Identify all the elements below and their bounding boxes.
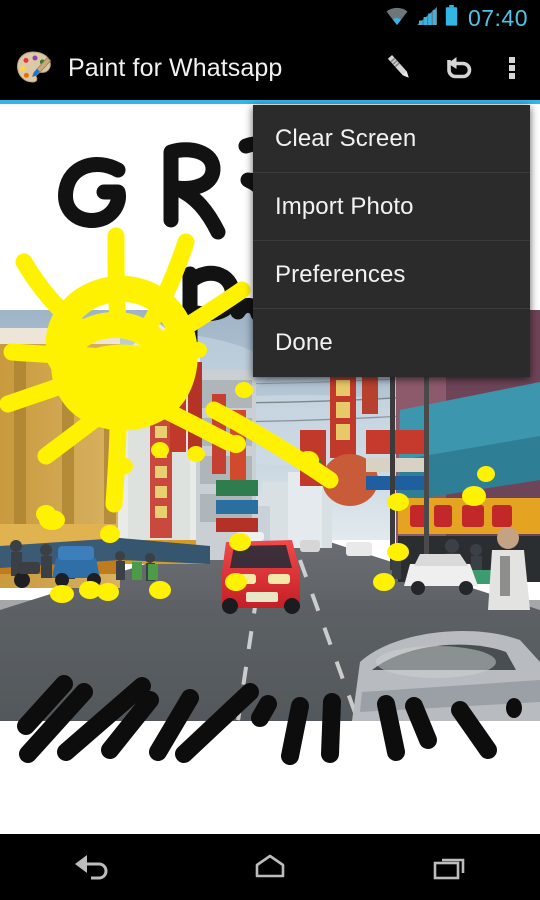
system-navigation-bar	[0, 834, 540, 900]
battery-icon	[445, 5, 458, 31]
menu-item-import-photo[interactable]: Import Photo	[253, 173, 530, 241]
app-screen: 07:40 Paint for Whatsapp Clear Screen Im…	[0, 0, 540, 900]
menu-item-done[interactable]: Done	[253, 309, 530, 377]
wifi-icon	[385, 6, 409, 31]
back-nav-button[interactable]	[35, 834, 145, 900]
action-bar: Paint for Whatsapp	[0, 36, 540, 100]
paint-palette-icon	[14, 48, 54, 88]
status-bar: 07:40	[0, 0, 540, 36]
menu-item-preferences[interactable]: Preferences	[253, 241, 530, 309]
home-nav-button[interactable]	[215, 834, 325, 900]
overflow-menu-icon[interactable]	[484, 36, 540, 100]
app-title: Paint for Whatsapp	[68, 53, 283, 82]
menu-item-clear-screen[interactable]: Clear Screen	[253, 105, 530, 173]
recents-nav-button[interactable]	[395, 834, 505, 900]
cell-signal-icon	[416, 6, 438, 31]
action-bar-accent-divider	[0, 100, 540, 104]
status-bar-clock: 07:40	[467, 4, 528, 31]
overflow-dropdown-menu[interactable]: Clear Screen Import Photo Preferences Do…	[253, 105, 530, 377]
pencil-icon[interactable]	[372, 36, 428, 100]
undo-icon[interactable]	[428, 36, 484, 100]
